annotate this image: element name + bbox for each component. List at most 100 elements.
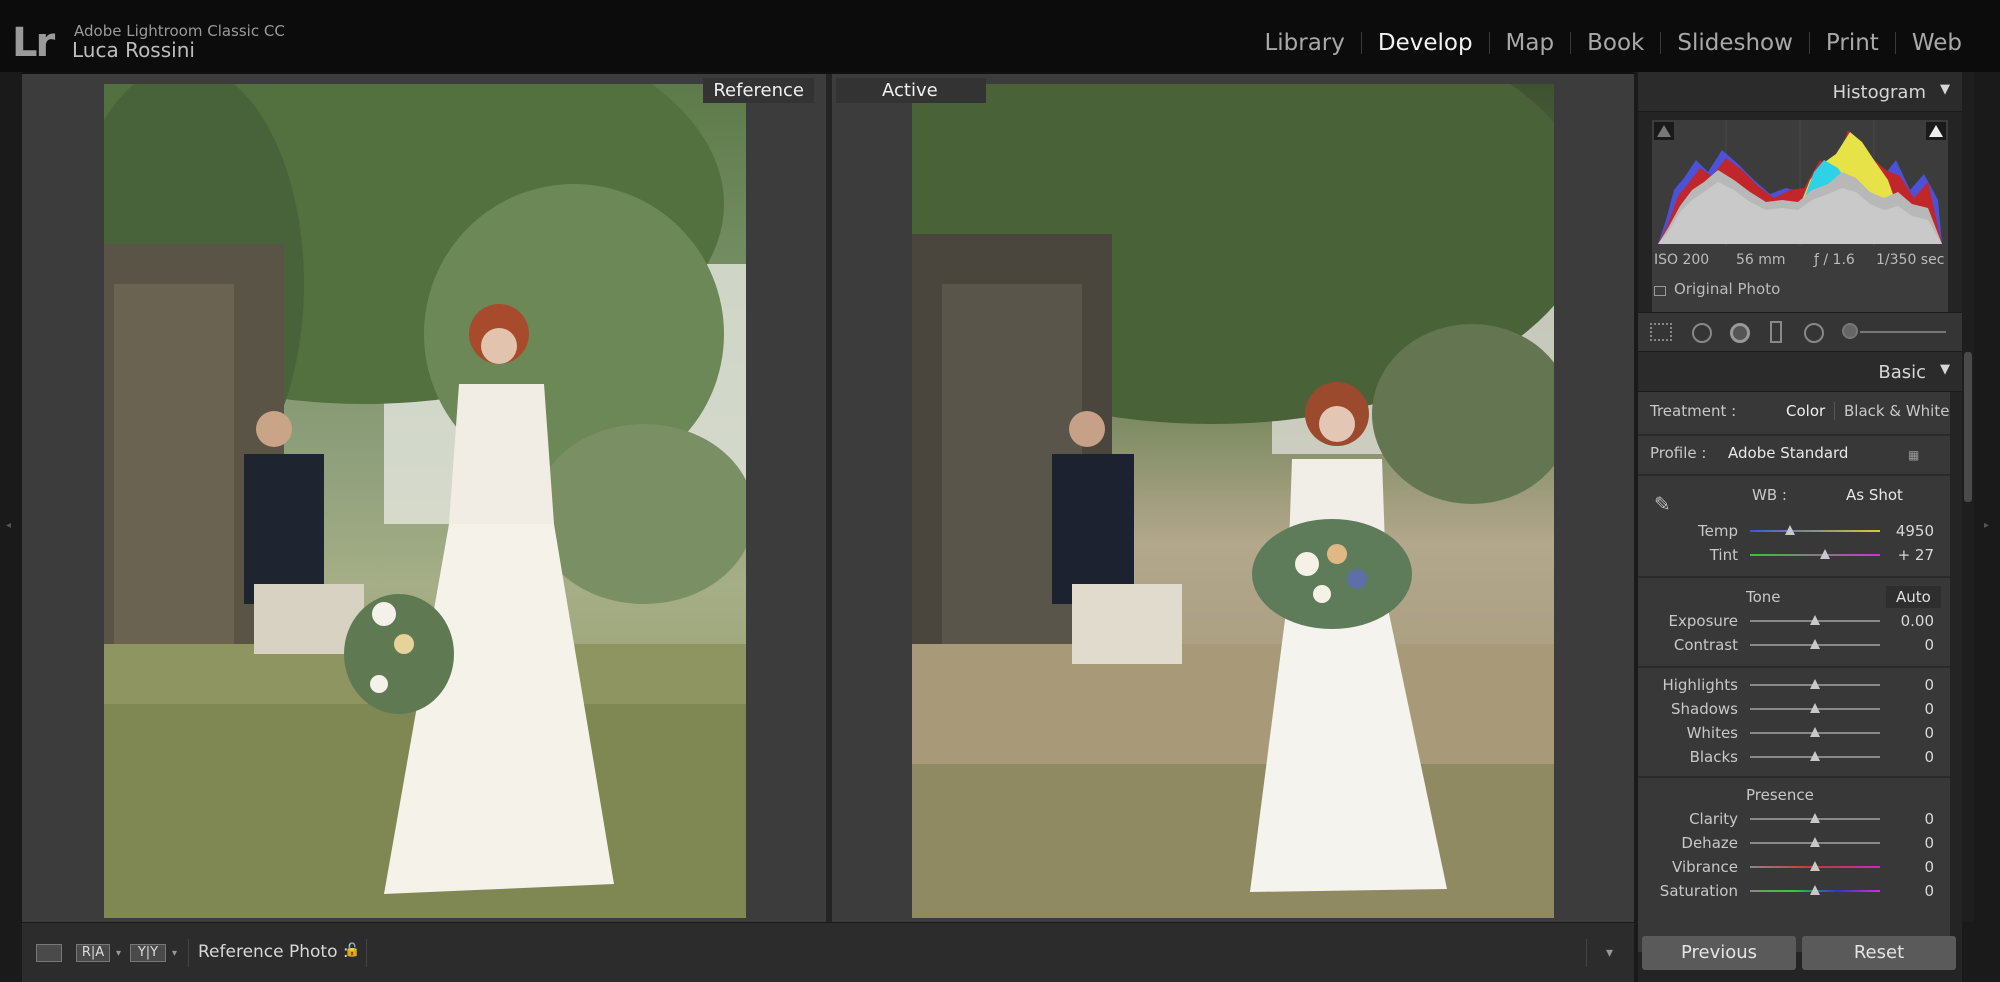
- module-develop[interactable]: Develop: [1362, 30, 1489, 56]
- histogram-title: Histogram: [1832, 82, 1926, 103]
- dehaze-value[interactable]: 0: [1874, 834, 1934, 852]
- adjustment-brush-icon[interactable]: [1842, 323, 1858, 339]
- slider-thumb[interactable]: [1810, 703, 1820, 713]
- temp-slider[interactable]: [1750, 525, 1880, 535]
- shadows-slider[interactable]: [1750, 703, 1880, 713]
- module-library[interactable]: Library: [1248, 30, 1360, 56]
- whites-value[interactable]: 0: [1874, 724, 1934, 742]
- original-photo-checkbox[interactable]: [1654, 286, 1666, 296]
- tint-value[interactable]: + 27: [1874, 546, 1934, 564]
- blacks-value[interactable]: 0: [1874, 748, 1934, 766]
- previous-button[interactable]: Previous: [1642, 936, 1796, 970]
- dehaze-slider[interactable]: [1750, 837, 1880, 847]
- slider-thumb[interactable]: [1810, 615, 1820, 625]
- exposure-label: Exposure: [1668, 612, 1738, 630]
- lightroom-logo: Lr: [12, 20, 55, 66]
- histogram-chart[interactable]: [1652, 120, 1948, 246]
- histogram-header[interactable]: Histogram ▼: [1638, 72, 1962, 112]
- profile-browser-icon[interactable]: ▦: [1908, 448, 1919, 462]
- module-map[interactable]: Map: [1490, 30, 1571, 56]
- profile-dropdown[interactable]: Adobe Standard: [1728, 444, 1848, 462]
- wb-dropdown[interactable]: As Shot: [1846, 486, 1903, 504]
- tint-slider[interactable]: [1750, 549, 1880, 559]
- slider-thumb[interactable]: [1820, 549, 1830, 559]
- slider-thumb[interactable]: [1810, 639, 1820, 649]
- chevron-down-icon[interactable]: ▾: [116, 948, 121, 959]
- chevron-down-icon[interactable]: ▾: [172, 948, 177, 959]
- before-after-view-button[interactable]: Y|Y: [130, 944, 166, 962]
- vibrance-slider[interactable]: [1750, 861, 1880, 871]
- contrast-slider[interactable]: [1750, 639, 1880, 649]
- graduated-filter-icon[interactable]: [1770, 321, 1782, 343]
- dehaze-label: Dehaze: [1681, 834, 1738, 852]
- contrast-label: Contrast: [1673, 636, 1738, 654]
- right-panel-toggle-icon[interactable]: ▸: [1984, 520, 1989, 531]
- radial-filter-icon[interactable]: [1804, 323, 1824, 343]
- collapse-arrow-icon[interactable]: ▼: [1940, 82, 1950, 97]
- user-name: Luca Rossini: [72, 38, 195, 62]
- clarity-slider[interactable]: [1750, 813, 1880, 823]
- scrollbar-thumb[interactable]: [1964, 352, 1972, 502]
- vibrance-value[interactable]: 0: [1874, 858, 1934, 876]
- right-panel: Histogram ▼ ISO 200 56 mm ƒ / 1.6 1/350 …: [1638, 72, 1962, 982]
- slider-thumb[interactable]: [1810, 861, 1820, 871]
- temp-value[interactable]: 4950: [1874, 522, 1934, 540]
- treatment-bw-option[interactable]: Black & White: [1844, 402, 1949, 420]
- tool-slider[interactable]: [1860, 331, 1946, 333]
- right-panel-scrollbar[interactable]: [1962, 72, 1974, 922]
- exposure-slider[interactable]: [1750, 615, 1880, 625]
- group-separator: [1638, 576, 1950, 578]
- blacks-slider[interactable]: [1750, 751, 1880, 761]
- module-book[interactable]: Book: [1571, 30, 1660, 56]
- loupe-view-button[interactable]: [36, 944, 62, 962]
- slider-thumb[interactable]: [1810, 885, 1820, 895]
- treatment-separator: [1834, 402, 1835, 420]
- toolbar-separator: [1586, 939, 1587, 967]
- whites-slider[interactable]: [1750, 727, 1880, 737]
- reset-button[interactable]: Reset: [1802, 936, 1956, 970]
- highlight-clipping-icon[interactable]: [1926, 122, 1946, 140]
- active-label: Active: [836, 78, 986, 103]
- saturation-slider[interactable]: [1750, 885, 1880, 895]
- basic-header[interactable]: Basic ▼: [1638, 352, 1962, 392]
- develop-tool-strip: [1638, 312, 1962, 352]
- crop-overlay-icon[interactable]: [1650, 323, 1672, 341]
- module-slideshow[interactable]: Slideshow: [1661, 30, 1809, 56]
- collapse-arrow-icon[interactable]: ▼: [1940, 362, 1950, 377]
- contrast-value[interactable]: 0: [1874, 636, 1934, 654]
- basic-title: Basic: [1878, 362, 1926, 383]
- saturation-value[interactable]: 0: [1874, 882, 1934, 900]
- highlights-slider[interactable]: [1750, 679, 1880, 689]
- slider-thumb[interactable]: [1810, 813, 1820, 823]
- active-pane[interactable]: Active: [832, 74, 1634, 922]
- reference-photo: [104, 84, 746, 918]
- reference-pane[interactable]: Reference: [22, 74, 826, 922]
- slider-thumb[interactable]: [1810, 679, 1820, 689]
- iso-value: ISO 200: [1654, 252, 1710, 268]
- clarity-value[interactable]: 0: [1874, 810, 1934, 828]
- toolbar-separator: [366, 939, 367, 967]
- shadow-clipping-icon[interactable]: [1654, 122, 1674, 140]
- lock-icon[interactable]: 🔓: [344, 943, 360, 958]
- clarity-label: Clarity: [1689, 810, 1738, 828]
- profile-label: Profile :: [1650, 444, 1707, 462]
- reference-active-view-button[interactable]: R|A: [76, 944, 110, 962]
- spot-removal-icon[interactable]: [1692, 323, 1712, 343]
- left-panel-toggle-icon[interactable]: ◂: [6, 520, 11, 531]
- highlights-value[interactable]: 0: [1874, 676, 1934, 694]
- group-separator: [1638, 434, 1950, 436]
- auto-tone-button[interactable]: Auto: [1886, 586, 1941, 608]
- slider-thumb[interactable]: [1810, 837, 1820, 847]
- white-balance-eyedropper-icon[interactable]: ✎: [1654, 492, 1671, 516]
- treatment-color-option[interactable]: Color: [1786, 402, 1825, 420]
- toolbar-menu-chevron-icon[interactable]: ▾: [1606, 945, 1613, 961]
- exposure-value[interactable]: 0.00: [1874, 612, 1934, 630]
- red-eye-icon[interactable]: [1730, 323, 1750, 343]
- slider-thumb[interactable]: [1810, 751, 1820, 761]
- slider-thumb[interactable]: [1785, 525, 1795, 535]
- module-print[interactable]: Print: [1810, 30, 1895, 56]
- module-web[interactable]: Web: [1896, 30, 1978, 56]
- slider-thumb[interactable]: [1810, 727, 1820, 737]
- module-picker: Library Develop Map Book Slideshow Print…: [1248, 30, 1978, 56]
- shadows-value[interactable]: 0: [1874, 700, 1934, 718]
